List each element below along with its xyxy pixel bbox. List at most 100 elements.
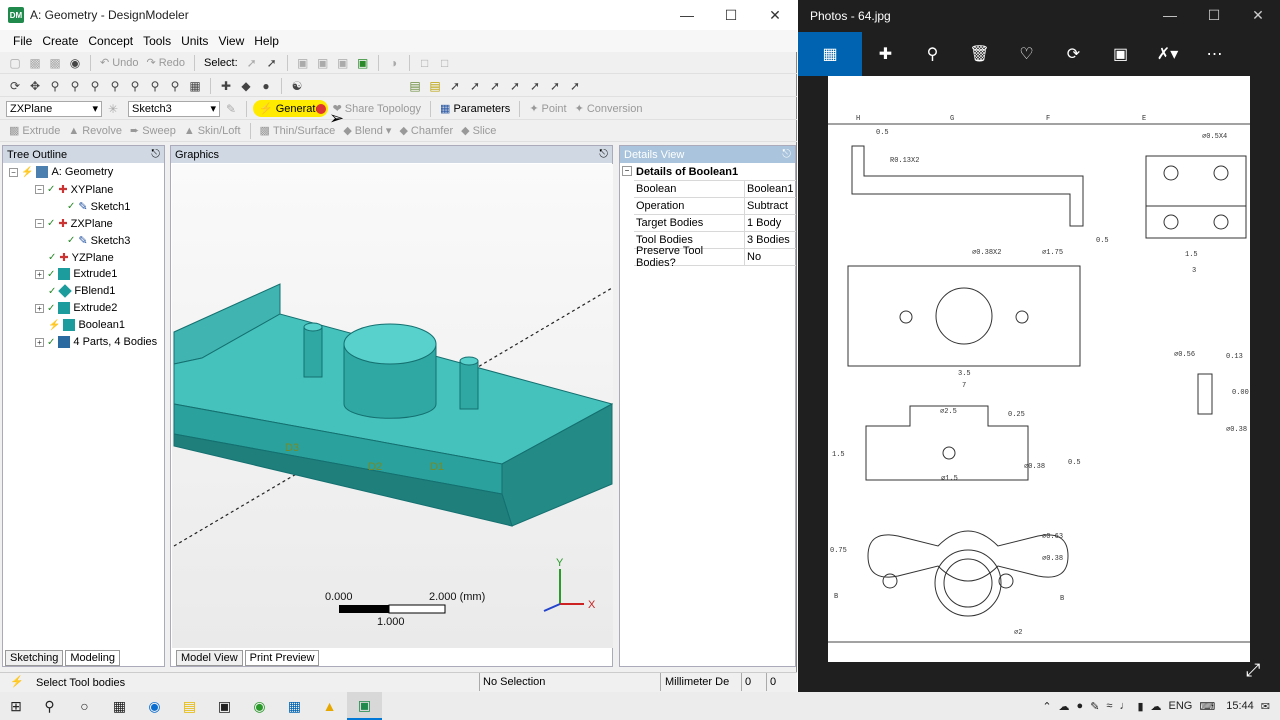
point-button[interactable]: ✦ Point (526, 102, 569, 116)
edge-display-icon-4[interactable]: ➚ (506, 77, 524, 95)
menu-create[interactable]: Create (37, 34, 83, 48)
zoom-in-icon[interactable]: ⚲ (126, 77, 144, 95)
iso-view-icon[interactable]: ▦ (186, 77, 204, 95)
menu-units[interactable]: Units (176, 34, 213, 48)
details-row[interactable]: Preserve Tool Bodies? No (634, 245, 796, 269)
minimize-button[interactable]: — (1148, 0, 1192, 30)
zoom-icon[interactable]: ⚲ (46, 77, 64, 95)
menu-help[interactable]: Help (249, 34, 284, 48)
undo-button[interactable]: ↶ Undo (97, 56, 142, 70)
start-icon[interactable]: ⊞ (0, 692, 32, 720)
close-button[interactable]: ✕ (1236, 0, 1280, 30)
tab-modeling[interactable]: Modeling (65, 650, 120, 666)
extend-select-icon[interactable]: ◑ (385, 54, 403, 72)
edge-coloring-icon[interactable]: ▤ (426, 77, 444, 95)
pen-icon[interactable]: ✎ (1090, 700, 1099, 713)
new-sketch-icon[interactable]: ✎ (222, 100, 240, 118)
rotate-icon[interactable]: ⟳ (6, 77, 24, 95)
wifi-icon[interactable]: ≈ (1106, 700, 1112, 712)
chevron-up-icon[interactable]: ⌃ (1042, 700, 1051, 713)
graphics-viewport[interactable]: D3 D2 D1 0.000 2.000 (mm) 1.000 Y X (172, 164, 614, 648)
notifications-icon[interactable]: ✉ (1261, 700, 1270, 713)
details-row[interactable]: Operation Subtract (634, 198, 796, 215)
parameters-button[interactable]: ▦ Parameters (437, 102, 513, 116)
file-explorer-icon[interactable]: ▤ (172, 692, 207, 720)
conversion-button[interactable]: ✦ Conversion (572, 102, 646, 116)
pin-icon[interactable]: ⎋ (599, 148, 608, 161)
pan-icon[interactable]: ✥ (26, 77, 44, 95)
clock[interactable]: 15:44 (1226, 700, 1254, 712)
details-row[interactable]: Boolean Boolean1 (634, 181, 796, 198)
task-view-icon[interactable]: ▦ (102, 692, 137, 720)
onedrive-icon[interactable]: ☁ (1151, 700, 1162, 713)
tab-print-preview[interactable]: Print Preview (244, 650, 320, 666)
display-point-icon[interactable]: ● (257, 77, 275, 95)
cortana-icon[interactable]: ○ (67, 692, 102, 720)
redo-button[interactable]: ↷ Redo (144, 56, 189, 70)
tree-item-extrude2[interactable]: + ✓ Extrude2 (35, 302, 117, 314)
select-mode-icon[interactable]: ➚ (243, 54, 261, 72)
crop-icon[interactable]: ▣ (1097, 32, 1144, 76)
menu-tools[interactable]: Tools (138, 34, 176, 48)
edge-icon[interactable]: ◉ (137, 692, 172, 720)
chrome-icon[interactable]: ◉ (242, 692, 277, 720)
tab-model-view[interactable]: Model View (176, 650, 243, 666)
add-icon[interactable]: ✚ (862, 32, 909, 76)
rotate-icon[interactable]: ⟳ (1050, 32, 1097, 76)
menu-file[interactable]: File (8, 34, 37, 48)
delete-icon[interactable]: 🗑 (956, 32, 1003, 76)
pin-icon[interactable]: ⎋ (151, 148, 160, 161)
tree-item-zxplane[interactable]: − ✓ ✚ ZXPlane (35, 217, 113, 230)
extrude-button[interactable]: ▩ Extrude (6, 124, 63, 138)
tab-sketching[interactable]: Sketching (5, 650, 64, 666)
edit-icon[interactable]: ✗▾ (1144, 32, 1191, 76)
edge-display-icon-1[interactable]: ➚ (446, 77, 464, 95)
edge-display-icon-7[interactable]: ➚ (566, 77, 584, 95)
export-icon[interactable]: ▩ (46, 54, 64, 72)
zoom-to-fit-icon[interactable]: ⚲ (86, 77, 104, 95)
maximize-button[interactable]: ☐ (709, 0, 753, 30)
zoom-icon[interactable]: ⚲ (909, 32, 956, 76)
zoom-fit-icon[interactable]: □ (436, 54, 454, 72)
face-filter-icon[interactable]: ▣ (334, 54, 352, 72)
tree-item-fblend1[interactable]: ✓ FBlend1 (48, 284, 115, 298)
pin-icon[interactable]: ⎋ (782, 148, 791, 161)
point-filter-icon[interactable]: ▣ (294, 54, 312, 72)
graphics-options-icon[interactable]: ▤ (406, 77, 424, 95)
generate-button[interactable]: ⚡ Generate (253, 100, 328, 117)
tree-item-boolean1[interactable]: ⚡ Boolean1 (48, 319, 125, 331)
keyboard-icon[interactable]: ⌨ (1199, 700, 1215, 713)
minimize-button[interactable]: — (665, 0, 709, 30)
ansys-icon[interactable]: ▲ (312, 692, 347, 720)
blend-button[interactable]: ◆ Blend ▾ (340, 124, 394, 138)
chamfer-button[interactable]: ◆ Chamfer (396, 124, 456, 138)
menu-concept[interactable]: Concept (83, 34, 138, 48)
search-icon[interactable]: ⚲ (32, 692, 67, 720)
sweep-button[interactable]: ➨ Sweep (127, 124, 179, 138)
tree-item-geometry[interactable]: − ⚡ A: Geometry (9, 166, 113, 178)
new-plane-icon[interactable]: ✳ (104, 100, 122, 118)
display-plane-icon[interactable]: ✚ (217, 77, 235, 95)
designmodeler-taskbar-icon[interactable]: ▣ (347, 692, 382, 720)
skin-loft-button[interactable]: ▲ Skin/Loft (181, 125, 244, 137)
revolve-button[interactable]: ▲ Revolve (65, 125, 125, 137)
box-select-icon[interactable]: □ (416, 54, 434, 72)
display-model-icon[interactable]: ◆ (237, 77, 255, 95)
tree-item-sketch1[interactable]: ✓ ✎ Sketch1 (67, 200, 130, 214)
see-all-photos-icon[interactable]: ▦ (798, 32, 862, 76)
edge-display-icon-2[interactable]: ➚ (466, 77, 484, 95)
sketch-select[interactable]: Sketch3 ▾ (128, 100, 220, 117)
close-button[interactable]: ✕ (753, 0, 797, 30)
photos-app-icon[interactable]: ▦ (277, 692, 312, 720)
save-icon[interactable]: ▩ (26, 54, 44, 72)
more-options-icon[interactable]: ⋯ (1191, 32, 1238, 76)
cloud-icon[interactable]: ☁ (1059, 700, 1070, 713)
edge-display-icon-5[interactable]: ➚ (526, 77, 544, 95)
slice-button[interactable]: ◆ Slice (458, 124, 499, 138)
language-indicator[interactable]: ENG (1169, 700, 1193, 712)
tree-item-extrude1[interactable]: + ✓ Extrude1 (35, 268, 117, 280)
volume-icon[interactable]: ♩ (1119, 700, 1130, 712)
look-at-icon[interactable]: ☯ (288, 77, 306, 95)
select-filter-icon[interactable]: ➚ (263, 54, 281, 72)
tree-item-xyplane[interactable]: − ✓ ✚ XYPlane (35, 183, 113, 196)
